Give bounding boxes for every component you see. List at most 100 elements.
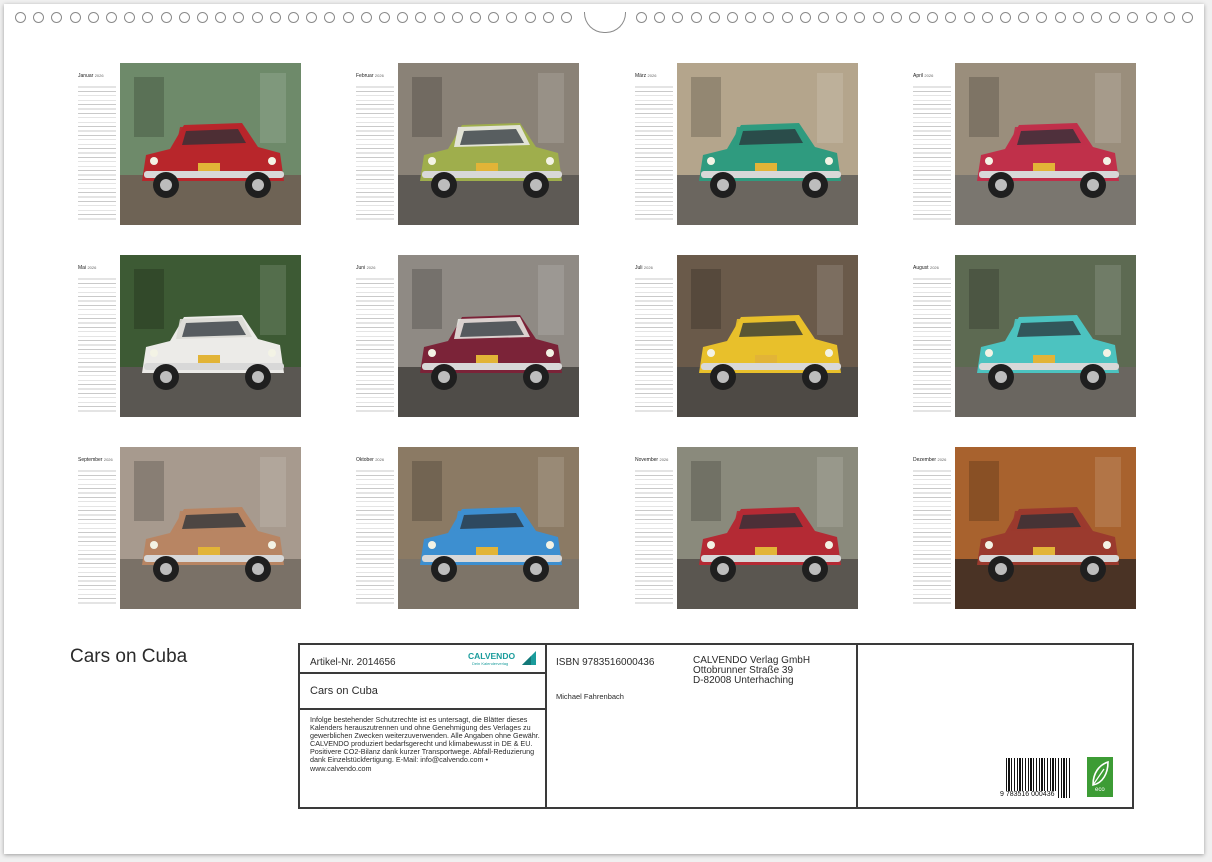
month-year: 2026 bbox=[647, 73, 657, 78]
car-photo-icon bbox=[120, 447, 301, 609]
ring bbox=[379, 12, 390, 23]
isbn: ISBN 9783516000436 bbox=[556, 657, 655, 668]
month-name: Mai 2026 bbox=[78, 265, 96, 271]
ring bbox=[542, 12, 554, 23]
eco-label: eco bbox=[1095, 787, 1105, 793]
ring bbox=[178, 12, 190, 23]
ring bbox=[51, 12, 63, 23]
month-name: Januar 2026 bbox=[78, 73, 104, 79]
ring bbox=[1163, 12, 1175, 23]
car-photo-icon bbox=[677, 255, 858, 417]
ring bbox=[909, 12, 920, 23]
day-lines bbox=[913, 467, 951, 605]
month-photo bbox=[677, 447, 858, 609]
ring bbox=[708, 12, 720, 23]
publisher-address: CALVENDO Verlag GmbH Ottobrunner Straße … bbox=[693, 656, 810, 686]
month-photo bbox=[955, 447, 1136, 609]
day-lines bbox=[913, 83, 951, 221]
month-label: September bbox=[78, 457, 103, 463]
car-photo-icon bbox=[398, 447, 579, 609]
ring bbox=[818, 12, 829, 23]
ring bbox=[306, 12, 318, 23]
month-year: 2026 bbox=[929, 265, 939, 270]
month-photo bbox=[677, 255, 858, 417]
ring bbox=[781, 12, 793, 23]
month-photo bbox=[398, 447, 579, 609]
ring bbox=[197, 12, 208, 23]
ring bbox=[251, 12, 263, 23]
month-year: 2026 bbox=[937, 457, 947, 462]
day-lines bbox=[356, 275, 394, 413]
calvendo-tagline: Dein Kalenderverlag bbox=[472, 661, 509, 666]
info-box: Artikel-Nr. 2014656 CALVENDO Dein Kalend… bbox=[298, 643, 1134, 809]
divider bbox=[300, 708, 545, 710]
calendar-title: Cars on Cuba bbox=[70, 646, 188, 667]
month-name: April 2026 bbox=[913, 73, 933, 79]
divider bbox=[856, 645, 858, 807]
ring bbox=[927, 12, 939, 23]
month-photo bbox=[955, 255, 1136, 417]
ring bbox=[745, 12, 757, 23]
ring bbox=[945, 12, 957, 23]
month-year: 2026 bbox=[375, 457, 385, 462]
month-year: 2026 bbox=[103, 457, 113, 462]
ring bbox=[763, 12, 775, 23]
month-label: April bbox=[913, 73, 924, 79]
ring bbox=[506, 12, 518, 23]
car-photo-icon bbox=[955, 255, 1136, 417]
ring bbox=[690, 12, 702, 23]
calvendo-logo: CALVENDO Dein Kalenderverlag bbox=[468, 650, 538, 670]
month-label: Mai bbox=[78, 265, 87, 271]
calvendo-mark-icon bbox=[522, 651, 536, 665]
ring bbox=[1127, 12, 1139, 23]
month-photo bbox=[120, 63, 301, 225]
ring bbox=[1182, 12, 1193, 23]
ring bbox=[160, 12, 172, 23]
month-label: März bbox=[635, 73, 647, 79]
ring bbox=[142, 12, 154, 23]
day-lines bbox=[913, 275, 951, 413]
barcode-number: 9 783516 000436 bbox=[998, 791, 1057, 798]
day-lines bbox=[356, 467, 394, 605]
month-page-juni: Juni 2026 bbox=[356, 255, 616, 417]
month-year: 2026 bbox=[924, 73, 934, 78]
day-lines bbox=[78, 83, 116, 221]
car-photo-icon bbox=[677, 63, 858, 225]
legal-text: Infolge bestehender Schutzrechte ist es … bbox=[310, 715, 540, 773]
car-photo-icon bbox=[955, 63, 1136, 225]
ring bbox=[672, 12, 684, 23]
month-page-oktober: Oktober 2026 bbox=[356, 447, 616, 609]
eco-badge: eco bbox=[1087, 757, 1113, 797]
ring bbox=[415, 12, 427, 23]
ring bbox=[836, 12, 848, 23]
ring bbox=[33, 12, 45, 23]
ring bbox=[288, 12, 299, 23]
ring bbox=[433, 12, 445, 23]
ring bbox=[1036, 12, 1048, 23]
month-label: Juni bbox=[356, 265, 366, 271]
ring bbox=[342, 12, 354, 23]
divider bbox=[300, 672, 545, 674]
ring bbox=[360, 12, 372, 23]
month-page-februar: Februar 2026 bbox=[356, 63, 616, 225]
ring bbox=[269, 12, 281, 23]
ring bbox=[654, 12, 666, 23]
ring bbox=[1109, 12, 1121, 23]
article-number: Artikel-Nr. 2014656 bbox=[310, 657, 396, 668]
month-label: Juli bbox=[635, 265, 643, 271]
month-name: August 2026 bbox=[913, 265, 939, 271]
month-page-juli: Juli 2026 bbox=[635, 255, 895, 417]
ring bbox=[15, 12, 26, 23]
ring bbox=[451, 12, 463, 23]
car-photo-icon bbox=[120, 63, 301, 225]
month-page-november: November 2026 bbox=[635, 447, 895, 609]
month-label: August bbox=[913, 265, 929, 271]
month-name: März 2026 bbox=[635, 73, 656, 79]
month-year: 2026 bbox=[366, 265, 376, 270]
calvendo-logo-text: CALVENDO bbox=[468, 651, 516, 661]
month-label: Januar bbox=[78, 73, 94, 79]
month-photo bbox=[398, 63, 579, 225]
ring bbox=[470, 12, 481, 23]
month-year: 2026 bbox=[643, 265, 653, 270]
ring bbox=[397, 12, 409, 23]
